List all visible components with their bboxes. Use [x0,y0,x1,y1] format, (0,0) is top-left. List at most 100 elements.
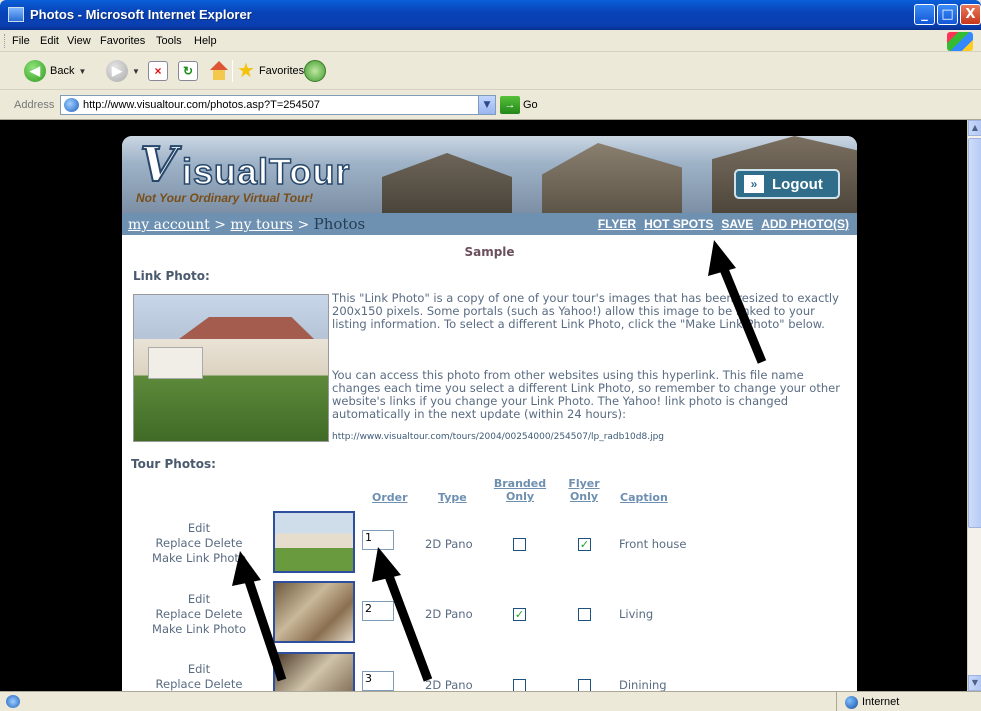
page-status-icon [6,695,20,708]
address-input[interactable]: http://www.visualtour.com/photos.asp?T=2… [60,95,496,115]
stop-button[interactable]: × [148,58,168,84]
link-photo-hyperlink-description: You can access this photo from other web… [332,368,840,421]
order-input[interactable]: 1 [362,530,394,550]
home-icon [208,61,230,81]
scroll-up-arrow-icon[interactable]: ▲ [968,120,981,136]
back-button[interactable]: ◀ Back ▼ [24,58,86,84]
refresh-button[interactable]: ↻ [178,58,198,84]
toolbar-separator [232,60,233,82]
order-input[interactable]: 3 [362,671,394,691]
edit-link[interactable]: Edit [134,592,264,607]
breadcrumb-my-account[interactable]: my account [128,217,210,233]
media-button[interactable] [304,58,326,84]
branded-checkbox[interactable]: ✓ [513,608,526,621]
link-photo-description: This "Link Photo" is a copy of one of yo… [332,291,839,331]
menu-edit[interactable]: Edit [40,35,59,47]
row-actions: Edit Replace Delete Make Link Photo [134,592,264,637]
address-label: Address [14,99,55,111]
forward-arrow-icon: ▶ [106,60,128,82]
ie-app-icon [8,7,24,22]
replace-link[interactable]: Replace [156,536,202,550]
photo-thumbnail[interactable] [273,652,355,691]
column-header-order[interactable]: Order [372,491,408,504]
breadcrumb-my-tours[interactable]: my tours [230,217,293,233]
delete-link[interactable]: Delete [205,677,243,691]
status-bar: Internet [0,691,981,711]
delete-link[interactable]: Delete [205,536,243,550]
make-link-photo-link[interactable]: Make Link Photo [134,622,264,637]
row-actions: Edit Replace Delete Make Link Photo [134,521,264,566]
menu-file[interactable]: File [12,35,30,47]
make-link-photo-link[interactable]: Make Link Photo [134,551,264,566]
column-header-flyer-label: Flyer Only [568,477,600,503]
flyer-checkbox[interactable] [578,679,591,691]
photo-thumbnail[interactable] [273,581,355,643]
title-bar: Photos - Microsoft Internet Explorer _ □… [0,0,981,30]
photo-roof [179,317,314,339]
order-input[interactable]: 2 [362,601,394,621]
browser-viewport: V isualTour Not Your Ordinary Virtual To… [0,120,967,691]
breadcrumb-separator: > [209,217,231,233]
address-dropdown-icon[interactable]: ▼ [478,96,495,114]
logo-v: V [139,137,178,193]
flyer-checkbox[interactable]: ✓ [578,538,591,551]
page-card: V isualTour Not Your Ordinary Virtual To… [122,136,857,691]
scroll-thumb[interactable] [968,138,981,528]
logo-wordmark: isualTour [181,151,351,192]
logout-button[interactable]: » Logout [734,169,840,199]
star-icon: ★ [237,60,255,82]
zone-label: Internet [862,696,900,708]
forward-dropdown-icon[interactable]: ▼ [132,67,140,76]
edit-link[interactable]: Edit [134,521,264,536]
nav-link-hot-spots[interactable]: HOT SPOTS [644,217,713,231]
go-arrow-icon: → [500,96,520,114]
home-button[interactable] [208,58,230,84]
forward-button[interactable]: ▶ ▼ [106,58,140,84]
type-cell: 2D Pano [425,607,473,621]
media-icon [304,60,326,82]
menu-favorites[interactable]: Favorites [100,35,145,47]
go-label: Go [523,99,538,111]
caption-cell: Living [619,607,654,621]
branded-checkbox[interactable] [513,679,526,691]
back-dropdown-icon[interactable]: ▼ [78,67,86,76]
column-header-caption[interactable]: Caption [620,491,668,504]
go-button[interactable]: → Go [500,96,538,114]
edit-link[interactable]: Edit [134,662,264,677]
link-photo-image [133,294,329,442]
nav-link-add-photos[interactable]: ADD PHOTO(S) [761,217,849,231]
scroll-down-arrow-icon[interactable]: ▼ [968,675,981,691]
maximize-button[interactable]: □ [937,4,958,25]
nav-link-flyer[interactable]: FLYER [598,217,636,231]
delete-link[interactable]: Delete [205,607,243,621]
nav-strip: my account > my tours > Photos FLYER HOT… [122,213,857,235]
back-arrow-icon: ◀ [24,60,46,82]
row-actions: Edit Replace Delete [134,662,264,691]
flyer-checkbox[interactable] [578,608,591,621]
replace-link[interactable]: Replace [156,677,202,691]
close-button[interactable]: X [960,4,981,25]
vertical-scrollbar[interactable]: ▲ ▼ [967,120,981,691]
column-header-type[interactable]: Type [438,491,467,504]
menu-help[interactable]: Help [194,35,217,47]
replace-link[interactable]: Replace [156,607,202,621]
photo-garage [148,347,203,379]
branded-checkbox[interactable] [513,538,526,551]
minimize-button[interactable]: _ [914,4,935,25]
column-header-branded[interactable]: Branded Only [490,477,550,503]
page-content: Sample Link Photo: This "Link Photo" is … [122,235,857,691]
link-photo-url[interactable]: http://www.visualtour.com/tours/2004/002… [332,432,664,442]
column-header-flyer[interactable]: Flyer Only [564,477,604,503]
nav-link-save[interactable]: SAVE [721,217,753,231]
link-photo-heading: Link Photo: [133,269,210,283]
logout-chevron-icon: » [744,175,764,193]
menu-view[interactable]: View [67,35,91,47]
address-url[interactable]: http://www.visualtour.com/photos.asp?T=2… [83,99,320,111]
photo-thumbnail[interactable] [273,511,355,573]
banner-house-image [382,153,512,213]
menu-tools[interactable]: Tools [156,35,182,47]
menu-bar: File Edit View Favorites Tools Help [0,30,981,52]
logo-tagline: Not Your Ordinary Virtual Tour! [136,191,314,205]
breadcrumb-separator: > [293,217,314,233]
favorites-button[interactable]: ★ Favorites [237,58,304,84]
